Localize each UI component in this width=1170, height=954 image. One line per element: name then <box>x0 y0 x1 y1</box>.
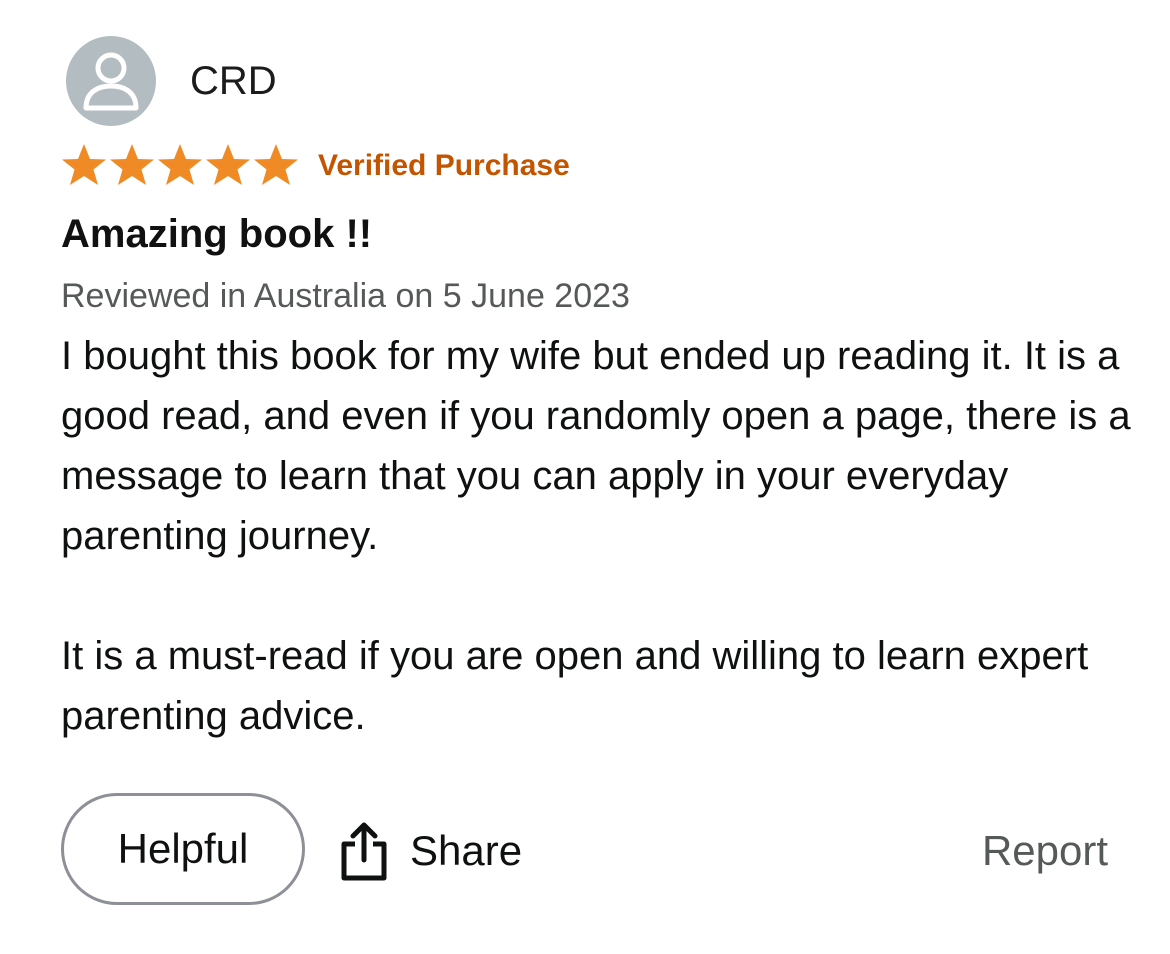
review-body: I bought this book for my wife but ended… <box>61 326 1131 746</box>
star-icon <box>158 144 202 185</box>
star-icon <box>110 144 154 185</box>
share-label: Share <box>410 827 523 874</box>
default-user-icon <box>83 52 139 111</box>
helpful-label: Helpful <box>117 825 249 872</box>
star-icon <box>254 144 298 185</box>
review-paragraph: I bought this book for my wife but ended… <box>61 334 1131 558</box>
review-meta: Reviewed in Australia on 5 June 2023 <box>61 277 630 315</box>
star-icon <box>206 144 250 185</box>
share-icon <box>341 822 387 881</box>
report-link[interactable]: Report <box>982 826 1108 876</box>
review-paragraph: It is a must-read if you are open and wi… <box>61 634 1089 738</box>
helpful-button[interactable]: Helpful <box>61 793 305 905</box>
star-icon <box>62 144 106 185</box>
reviewer-name[interactable]: CRD <box>190 55 277 107</box>
avatar <box>66 36 156 126</box>
review-title: Amazing book !! <box>61 212 373 256</box>
verified-purchase-badge: Verified Purchase <box>318 149 570 182</box>
share-button[interactable]: Share <box>340 818 522 884</box>
star-rating <box>60 143 300 187</box>
